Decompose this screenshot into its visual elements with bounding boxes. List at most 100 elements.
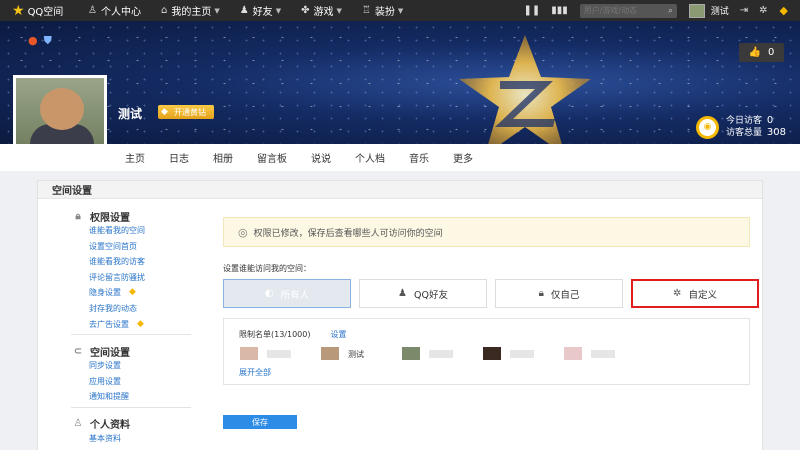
sidebar-group: ♙ 个人资料基本资料空间资料 <box>38 417 198 450</box>
qzone-logo[interactable]: ★ QQ空间 <box>0 2 88 19</box>
sidebar-item-label: 评论留言防骚扰 <box>89 272 145 282</box>
search-icon[interactable]: ⌕ <box>668 6 672 16</box>
top-nav-item[interactable]: ✤ 游戏 ▼ <box>301 3 342 18</box>
sidebar-heading[interactable]: 🔒︎ 权限设置 <box>38 209 198 224</box>
top-nav-item[interactable]: ♟ 好友 ▼ <box>240 3 281 18</box>
diamond-icon[interactable]: ◆ <box>780 4 788 17</box>
profile-tab[interactable]: 主页 <box>125 150 145 165</box>
sidebar-item[interactable]: 空间资料 <box>38 447 198 450</box>
diamond-icon: ◆ <box>161 107 168 117</box>
access-option[interactable]: 🔒︎ 仅自己 <box>495 279 623 308</box>
profile-tab[interactable]: 更多 <box>453 150 473 165</box>
sidebar-item[interactable]: 去广告设置 ◆ <box>38 317 198 333</box>
profile-name[interactable]: 测试 <box>118 105 142 122</box>
banner-badges: ● ⛊ <box>28 34 52 48</box>
total-visitors-count: 308 <box>766 127 786 138</box>
access-options: ◐ 所有人 ♟ QQ好友 🔒︎ 仅自己 ✲ 自定义 <box>223 279 759 308</box>
shield-badge-icon[interactable]: ⛊ <box>44 34 52 48</box>
cover-banner: ● ⛊ 👍 0 ◉ 今日访客 0 访客总量 308 <box>0 21 800 144</box>
space-icon: ⊂ <box>73 345 83 357</box>
profile-tab[interactable]: 说说 <box>311 150 331 165</box>
access-option[interactable]: ♟ QQ好友 <box>359 279 487 308</box>
like-button[interactable]: 👍 0 <box>739 43 784 62</box>
user-icon: ♙ <box>88 5 97 16</box>
save-button[interactable]: 保存 <box>223 415 297 429</box>
access-option[interactable]: ✲ 自定义 <box>631 279 759 308</box>
sidebar-item-label: 同步设置 <box>89 361 121 371</box>
top-nav-item[interactable]: ♙ 个人中心 <box>88 3 141 18</box>
restricted-member[interactable] <box>483 347 534 360</box>
top-right-tools: ❚❚ ▮▮▮ ⌕ 测试 ⇥ ✲ ◆ <box>512 0 800 21</box>
profile-tab-bar: 主页 日志 相册 留言板 说说 个人档 音乐 更多 <box>0 144 800 171</box>
sidebar-item-label: 隐身设置 <box>89 288 121 298</box>
sidebar-group: 🔒︎ 权限设置 谁能看我的空间设置空间首页谁能看我的访客评论留言防骚扰 隐身设置 ◆ 封存… <box>38 209 198 336</box>
sidebar-item-label: 去广告设置 <box>89 319 129 329</box>
sidebar-item[interactable]: 封存我的动态 <box>38 301 198 317</box>
access-option-label: 自定义 <box>688 289 717 301</box>
restrict-setting-link[interactable]: 设置 <box>330 329 346 340</box>
star-icon: ★ <box>12 2 25 19</box>
starfield-decoration-2 <box>0 21 800 144</box>
pause-icon[interactable]: ❚❚ <box>523 5 540 16</box>
logout-icon[interactable]: ⇥ <box>740 5 748 16</box>
sidebar-item[interactable]: 同步设置 <box>38 358 198 374</box>
open-yellow-diamond-button[interactable]: ◆ 开通黄钻 <box>158 105 214 119</box>
profile-tab[interactable]: 个人档 <box>355 150 385 165</box>
yellow-diamond-icon: ◆ <box>129 287 136 298</box>
search-input[interactable] <box>583 6 669 15</box>
username[interactable]: 测试 <box>711 4 729 17</box>
visitor-icon: ◉ <box>696 115 720 139</box>
today-visitors-label: 今日访客 <box>726 116 763 126</box>
sidebar-item[interactable]: 应用设置 <box>38 374 198 390</box>
sidebar-item[interactable]: 评论留言防骚扰 <box>38 270 198 286</box>
car-icon[interactable]: ● <box>28 34 38 48</box>
restricted-member[interactable] <box>564 347 615 360</box>
sidebar-item[interactable]: 通知和提醒 <box>38 389 198 405</box>
sidebar-heading[interactable]: ♙ 个人资料 <box>38 417 198 431</box>
sidebar-item-label: 通知和提醒 <box>89 392 129 402</box>
search-box[interactable]: ⌕ <box>579 3 677 18</box>
signal-bars-icon[interactable]: ▮▮▮ <box>551 5 568 16</box>
top-nav-item[interactable]: ♖ 装扮 ▼ <box>362 3 403 18</box>
top-nav-label: 好友 <box>252 7 273 18</box>
sidebar-item-label: 设置空间首页 <box>89 241 137 251</box>
top-nav-label: 我的主页 <box>171 7 212 18</box>
top-nav-item[interactable]: ⌂ 我的主页 ▼ <box>161 3 220 18</box>
panel-title: 空间设置 <box>38 181 762 199</box>
sidebar-item[interactable]: 谁能看我的空间 <box>38 223 198 239</box>
restricted-member[interactable] <box>402 347 453 360</box>
profile-tab[interactable]: 留言板 <box>257 150 287 165</box>
avatar-head <box>40 88 84 130</box>
restricted-member[interactable] <box>240 347 291 360</box>
restricted-members: 测试 <box>240 347 645 360</box>
member-avatar <box>564 347 582 360</box>
member-avatar <box>240 347 258 360</box>
gear-icon: ✲ <box>673 288 682 299</box>
restrict-list-title: 限制名单(13/1000) <box>239 330 311 339</box>
access-option-label: 仅自己 <box>550 289 580 301</box>
sidebar-group: ⊂ 空间设置同步设置应用设置通知和提醒 <box>38 344 198 408</box>
sidebar-divider <box>71 334 191 336</box>
sidebar-item-label: 应用设置 <box>89 376 121 386</box>
gear-icon[interactable]: ✲ <box>759 5 767 16</box>
globe-icon: ◐ <box>264 288 274 299</box>
sidebar-item[interactable]: 谁能看我的访客 <box>38 254 198 270</box>
access-option[interactable]: ◐ 所有人 <box>223 279 351 308</box>
chevron-down-icon: ▼ <box>336 6 342 15</box>
member-name-redacted <box>267 349 291 358</box>
expand-all-link[interactable]: 展开全部 <box>239 367 271 378</box>
sidebar-item[interactable]: 基本资料 <box>38 431 198 447</box>
user-avatar[interactable] <box>688 3 705 18</box>
sidebar-item[interactable]: 隐身设置 ◆ <box>38 285 198 301</box>
profile-tab[interactable]: 相册 <box>213 150 233 165</box>
sidebar-item-label: 基本资料 <box>89 433 121 443</box>
chevron-down-icon: ▼ <box>275 6 282 15</box>
sidebar-heading[interactable]: ⊂ 空间设置 <box>38 344 198 359</box>
profile-tab[interactable]: 日志 <box>169 150 189 165</box>
visitor-stats[interactable]: ◉ 今日访客 0 访客总量 308 <box>696 115 786 139</box>
friends-icon: ♟ <box>239 5 249 16</box>
sidebar-item[interactable]: 设置空间首页 <box>38 239 198 255</box>
profile-tab[interactable]: 音乐 <box>409 150 429 165</box>
restricted-member[interactable]: 测试 <box>321 347 372 360</box>
member-name: 测试 <box>348 349 364 359</box>
